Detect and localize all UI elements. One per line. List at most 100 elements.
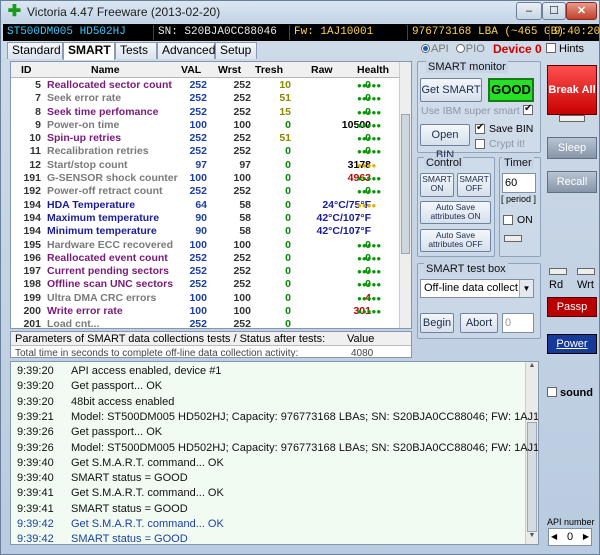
power-button[interactable]: Power [547, 334, 597, 354]
table-row[interactable]: 191 G-SENSOR shock counter 100 100 0 4963 ●●●●… [11, 172, 401, 185]
pio-radio[interactable] [455, 44, 465, 53]
close-button[interactable]: ✕ [566, 2, 597, 20]
scroll-down-icon[interactable]: ▼ [526, 532, 538, 544]
table-row[interactable]: 194 Maximum temperature 90 58 0 42°C/107°F - [11, 212, 401, 225]
table-row[interactable]: 10 Spin-up retries 252 252 51 0 ●●●●● [11, 132, 401, 145]
recall-button[interactable]: Recall [547, 171, 597, 193]
test-type-select[interactable]: Off-line data collect ▼ [420, 279, 534, 298]
rd-label: Rd [549, 279, 564, 291]
log-time: 9:39:42 [17, 533, 54, 545]
attr-name: Ultra DMA CRC errors [47, 291, 157, 304]
sound-checkbox[interactable] [547, 387, 557, 397]
col-tresh: Tresh [255, 64, 284, 76]
table-row[interactable]: 195 Hardware ECC recovered 100 100 0 0 ●●●●● [11, 239, 401, 252]
attr-name: Reallocated sector count [47, 79, 172, 91]
table-row[interactable]: 201 Load cnt... 252 252 0 [11, 318, 401, 329]
decrement-icon[interactable]: ◀ [551, 529, 557, 545]
table-row[interactable]: 194 HDA Temperature 64 58 0 24°C/75°F ●●●● [11, 199, 401, 212]
attr-health: ●●●●● [357, 307, 382, 317]
api-radio[interactable] [421, 44, 430, 53]
timer-on-checkbox[interactable] [503, 215, 513, 225]
crypt-it-checkbox[interactable] [475, 139, 485, 149]
attr-threshold: 0 [285, 185, 291, 198]
drive-info-bar: ST500DM005 HD502HJ SN: S20BJA0CC88046 Fw… [3, 24, 600, 41]
attr-health: ●●●●● [357, 280, 382, 290]
event-log: ▲ ▼ 9:39:20 API access enabled, device #1… [10, 361, 539, 545]
chevron-down-icon[interactable]: ▼ [519, 280, 533, 297]
tab-smart[interactable]: SMART [63, 42, 115, 60]
attr-name: Seek time perfomance [47, 105, 159, 118]
table-row[interactable]: 196 Reallocated event count 252 252 0 0 ●●●●● [11, 252, 401, 265]
log-message: Get S.M.A.R.T. command... OK [71, 518, 224, 530]
attr-id: 11 [29, 145, 41, 158]
log-message: API access enabled, device #1 [71, 365, 222, 377]
autosave-off-button[interactable]: Auto Save attributes OFF [420, 229, 491, 252]
log-entry: 9:39:42 Get S.M.A.R.T. command... OK [17, 518, 224, 530]
use-ibm-checkbox[interactable] [523, 103, 533, 115]
log-time: 9:39:41 [17, 487, 54, 500]
minimize-button[interactable]: – [516, 2, 542, 20]
hints-checkbox[interactable] [546, 43, 556, 53]
autosave-on-button[interactable]: Auto Save attributes ON [420, 201, 491, 224]
table-scrollbar[interactable] [399, 62, 411, 328]
table-row[interactable]: 12 Start/stop count 97 97 0 3178 ●●●● [11, 159, 401, 172]
api-number-label: API number [547, 517, 595, 527]
attr-name: G-SENSOR shock counter [47, 172, 178, 185]
log-entry: 9:39:20 Get passport... OK [17, 380, 162, 392]
table-row[interactable]: 192 Power-off retract count 252 252 0 0 ●●●●● [11, 185, 401, 198]
attr-name: Offline scan UNC sectors [47, 278, 174, 291]
attr-id: 194 [23, 225, 41, 238]
attr-worst: 252 [233, 251, 251, 264]
table-row[interactable]: 5 Reallocated sector count 252 252 10 0 ●●●●● [11, 79, 401, 92]
timer-period-input[interactable]: 60 [502, 173, 536, 193]
attr-value: 252 [189, 92, 207, 105]
col-val: VAL [181, 64, 202, 76]
drive-capacity: 976773168 LBA (~465 GB) [407, 25, 564, 40]
save-bin-checkbox[interactable] [475, 122, 485, 134]
table-scroll-thumb[interactable] [401, 114, 410, 254]
sleep-button[interactable]: Sleep [547, 137, 597, 159]
tab-standard[interactable]: Standard [7, 42, 63, 59]
open-bin-button[interactable]: Open BIN [420, 124, 470, 161]
begin-button[interactable]: Begin [420, 313, 454, 333]
tab-advanced[interactable]: Advanced [157, 42, 215, 59]
abort-button[interactable]: Abort [460, 313, 498, 333]
col-id: ID [21, 64, 32, 76]
params-row-value: 4080 [351, 348, 374, 358]
test-progress-input[interactable]: 0 [502, 313, 534, 333]
smart-off-button[interactable]: SMART OFF [457, 173, 491, 197]
hints-toggle[interactable]: Hints [546, 43, 584, 55]
log-entry: 9:39:40 Get S.M.A.R.T. command... OK [17, 457, 224, 469]
params-header: Parameters of SMART data collections tes… [11, 332, 411, 346]
tab-tests[interactable]: Tests [115, 42, 157, 59]
table-row[interactable]: 194 Minimum temperature 90 58 0 42°C/107°F - [11, 225, 401, 238]
attr-worst: 252 [233, 145, 251, 158]
attr-health: ●●●●● [357, 187, 382, 197]
break-all-button[interactable]: Break All [547, 65, 597, 115]
table-row[interactable]: 9 Power-on time 100 100 0 10500 ●●●●● [11, 119, 401, 132]
smart-on-button[interactable]: SMART ON [420, 173, 454, 197]
log-time: 9:39:20 [17, 380, 54, 393]
get-smart-button[interactable]: Get SMART [420, 78, 482, 102]
passp-button[interactable]: Passp [547, 297, 597, 317]
attr-name: Start/stop count [47, 158, 128, 171]
tab-setup[interactable]: Setup [215, 42, 257, 59]
attr-worst: 252 [233, 318, 251, 329]
log-time: 9:39:40 [17, 472, 54, 485]
increment-icon[interactable]: ▶ [583, 529, 589, 545]
table-row[interactable]: 197 Current pending sectors 252 252 0 0 ●●●●● [11, 265, 401, 278]
api-number-stepper[interactable]: ◀ 0 ▶ [548, 528, 592, 546]
maximize-button[interactable]: ☐ [542, 2, 566, 20]
table-row[interactable]: 198 Offline scan UNC sectors 252 252 0 0 ●●●●● [11, 278, 401, 291]
log-scroll-thumb[interactable] [527, 422, 537, 532]
log-entry: 9:39:26 Model: ST500DM005 HD502HJ; Capaci… [17, 442, 538, 454]
table-row[interactable]: 7 Seek error rate 252 252 51 0 ●●●●● [11, 92, 401, 105]
sound-toggle[interactable]: sound [547, 387, 593, 399]
table-row[interactable]: 199 Ultra DMA CRC errors 100 100 0 4 ●●●●● [11, 292, 401, 305]
table-row[interactable]: 11 Recalibration retries 252 252 0 0 ●●●●● [11, 145, 401, 158]
table-row[interactable]: 200 Write error rate 100 100 0 301 ●●●●● [11, 305, 401, 318]
table-row[interactable]: 8 Seek time perfomance 252 252 15 0 ●●●●● [11, 106, 401, 119]
attr-worst: 58 [239, 211, 251, 224]
scroll-up-icon[interactable]: ▲ [526, 362, 538, 374]
attr-id: 5 [35, 79, 41, 91]
